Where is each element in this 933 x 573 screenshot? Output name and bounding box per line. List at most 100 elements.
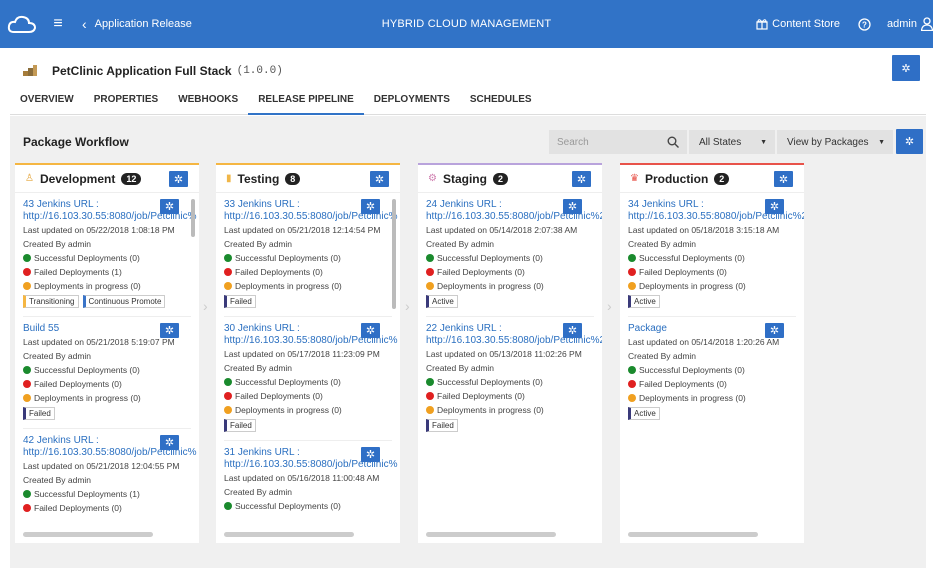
horizontal-scrollbar[interactable] bbox=[23, 532, 153, 537]
success-dot-icon bbox=[224, 378, 232, 386]
status-badge: Failed bbox=[426, 419, 458, 432]
states-filter-value: All States bbox=[699, 136, 742, 148]
search-icon[interactable] bbox=[667, 136, 679, 148]
deployments-in-progress: Deployments in progress (0) bbox=[235, 405, 342, 415]
back-link[interactable]: ‹ Application Release bbox=[82, 16, 192, 32]
horizontal-scrollbar[interactable] bbox=[628, 532, 758, 537]
package-card[interactable]: ✲ Package Last updated on 05/14/2018 1:2… bbox=[620, 317, 804, 420]
failed-dot-icon bbox=[23, 268, 31, 276]
failed-dot-icon bbox=[23, 504, 31, 512]
horizontal-scrollbar[interactable] bbox=[426, 532, 556, 537]
stage-header: ▮ Testing 8 ✲ bbox=[216, 165, 400, 193]
card-settings-button[interactable]: ✲ bbox=[160, 323, 179, 338]
content-store-label: Content Store bbox=[772, 18, 841, 30]
card-settings-button[interactable]: ✲ bbox=[361, 447, 380, 462]
card-settings-button[interactable]: ✲ bbox=[361, 199, 380, 214]
card-updated: Last updated on 05/13/2018 11:02:26 PM bbox=[426, 349, 582, 359]
application-settings-button[interactable]: ✲ bbox=[892, 55, 920, 81]
failed-deployments: Failed Deployments (0) bbox=[639, 379, 727, 389]
stage-settings-button[interactable]: ✲ bbox=[169, 171, 188, 187]
chevron-right-icon: › bbox=[203, 298, 208, 314]
tab-deployments[interactable]: DEPLOYMENTS bbox=[364, 91, 460, 115]
successful-deployments: Successful Deployments (0) bbox=[34, 365, 140, 375]
package-card[interactable]: ✲ 24 Jenkins URL : http://16.103.30.55:8… bbox=[418, 193, 602, 317]
stage-count-badge: 8 bbox=[285, 172, 301, 185]
help-icon[interactable]: ? bbox=[858, 17, 871, 31]
card-settings-button[interactable]: ✲ bbox=[765, 323, 784, 338]
gear-icon: ✲ bbox=[576, 173, 587, 186]
user-menu[interactable]: admin bbox=[887, 17, 933, 31]
card-settings-button[interactable]: ✲ bbox=[563, 199, 582, 214]
vertical-scrollbar[interactable] bbox=[392, 199, 396, 309]
failed-deployments: Failed Deployments (0) bbox=[235, 391, 323, 401]
view-filter-select[interactable]: View by Packages ▼ bbox=[777, 130, 893, 154]
stage-card-list: ✲ 33 Jenkins URL : http://16.103.30.55:8… bbox=[216, 193, 400, 537]
gear-icon: ✲ bbox=[365, 325, 376, 337]
content-store-link[interactable]: Content Store bbox=[756, 18, 840, 30]
tab-properties[interactable]: PROPERTIES bbox=[84, 91, 168, 115]
stage-card-list: ✲ 43 Jenkins URL : http://16.103.30.55:8… bbox=[15, 193, 199, 537]
workflow-settings-button[interactable]: ✲ bbox=[896, 129, 923, 154]
hamburger-menu-icon[interactable]: ≡ bbox=[48, 0, 68, 48]
tab-release-pipeline[interactable]: RELEASE PIPELINE bbox=[248, 91, 364, 115]
horizontal-scrollbar[interactable] bbox=[224, 532, 354, 537]
stage-settings-button[interactable]: ✲ bbox=[572, 171, 591, 187]
workflow-title: Package Workflow bbox=[23, 135, 129, 149]
card-created: Created By admin bbox=[426, 363, 495, 373]
states-filter-select[interactable]: All States ▼ bbox=[689, 130, 775, 154]
card-updated: Last updated on 05/16/2018 11:00:48 AM bbox=[224, 473, 380, 483]
tab-overview[interactable]: OVERVIEW bbox=[10, 91, 84, 115]
gear-icon: ✲ bbox=[778, 173, 789, 186]
tab-webhooks[interactable]: WEBHOOKS bbox=[168, 91, 248, 115]
card-settings-button[interactable]: ✲ bbox=[361, 323, 380, 338]
deployments-in-progress: Deployments in progress (0) bbox=[437, 405, 544, 415]
failed-dot-icon bbox=[426, 392, 434, 400]
success-dot-icon bbox=[23, 366, 31, 374]
progress-dot-icon bbox=[23, 282, 31, 290]
card-created: Created By admin bbox=[224, 239, 293, 249]
failed-dot-icon bbox=[23, 380, 31, 388]
package-card[interactable]: ✲ 30 Jenkins URL : http://16.103.30.55:8… bbox=[216, 317, 400, 441]
gear-icon: ✲ bbox=[904, 136, 915, 148]
package-card[interactable]: ✲ Build 55 Last updated on 05/21/2018 5:… bbox=[15, 317, 199, 429]
tab-bar: OVERVIEW PROPERTIES WEBHOOKS RELEASE PIP… bbox=[10, 91, 926, 115]
stage-column-testing: ▮ Testing 8 ✲ ✲ 33 Jenkins URL : http://… bbox=[216, 163, 400, 543]
search-input[interactable]: Search bbox=[549, 130, 687, 154]
stage-header: ♙ Development 12 ✲ bbox=[15, 165, 199, 193]
success-dot-icon bbox=[224, 254, 232, 262]
success-dot-icon bbox=[628, 366, 636, 374]
card-updated: Last updated on 05/21/2018 12:14:54 PM bbox=[224, 225, 381, 235]
failed-dot-icon bbox=[426, 268, 434, 276]
card-updated: Last updated on 05/14/2018 2:07:38 AM bbox=[426, 225, 578, 235]
package-card[interactable]: ✲ 31 Jenkins URL : http://16.103.30.55:8… bbox=[216, 441, 400, 513]
stage-name: Staging bbox=[442, 171, 487, 186]
progress-dot-icon bbox=[628, 394, 636, 402]
card-settings-button[interactable]: ✲ bbox=[160, 199, 179, 214]
vertical-scrollbar[interactable] bbox=[191, 199, 195, 237]
application-name: PetClinic Application Full Stack bbox=[52, 64, 232, 78]
card-settings-button[interactable]: ✲ bbox=[563, 323, 582, 338]
card-created: Created By admin bbox=[628, 239, 697, 249]
successful-deployments: Successful Deployments (1) bbox=[34, 489, 140, 499]
tab-schedules[interactable]: SCHEDULES bbox=[460, 91, 542, 115]
package-card[interactable]: ✲ 33 Jenkins URL : http://16.103.30.55:8… bbox=[216, 193, 400, 317]
package-card[interactable]: ✲ 34 Jenkins URL : http://16.103.30.55:8… bbox=[620, 193, 804, 317]
gear-icon: ✲ bbox=[164, 437, 175, 449]
user-icon bbox=[921, 17, 933, 31]
view-filter-value: View by Packages bbox=[787, 136, 869, 148]
package-card[interactable]: ✲ 43 Jenkins URL : http://16.103.30.55:8… bbox=[15, 193, 199, 317]
stage-settings-button[interactable]: ✲ bbox=[370, 171, 389, 187]
successful-deployments: Successful Deployments (0) bbox=[235, 377, 341, 387]
stage-settings-button[interactable]: ✲ bbox=[774, 171, 793, 187]
card-settings-button[interactable]: ✲ bbox=[160, 435, 179, 450]
cloud-logo-icon[interactable] bbox=[0, 0, 44, 48]
success-dot-icon bbox=[23, 490, 31, 498]
clipboard-icon: ▮ bbox=[226, 173, 232, 184]
failed-deployments: Failed Deployments (0) bbox=[34, 503, 122, 513]
chevron-right-icon: › bbox=[607, 298, 612, 314]
status-badge: Transitioning bbox=[23, 295, 79, 308]
package-card[interactable]: ✲ 42 Jenkins URL : http://16.103.30.55:8… bbox=[15, 429, 199, 515]
package-card[interactable]: ✲ 22 Jenkins URL : http://16.103.30.55:8… bbox=[418, 317, 602, 432]
caret-down-icon: ▼ bbox=[878, 138, 885, 146]
card-settings-button[interactable]: ✲ bbox=[765, 199, 784, 214]
